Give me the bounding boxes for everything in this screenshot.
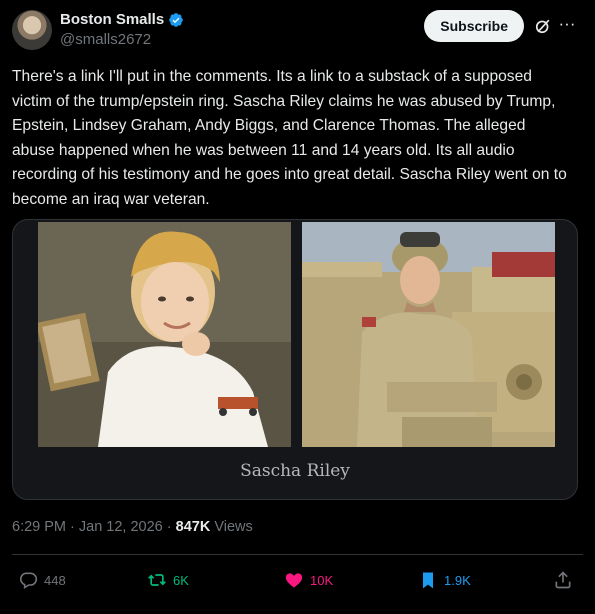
like-count: 10K: [310, 572, 334, 588]
heart-icon: [285, 573, 303, 588]
name-row: Boston Smalls: [60, 11, 184, 28]
more-options-icon[interactable]: ···: [557, 14, 577, 34]
tweet-header: Boston Smalls @smalls2672 Subscribe ···: [12, 10, 583, 50]
veteran-photo[interactable]: [302, 222, 555, 447]
media-card[interactable]: Sascha Riley: [12, 219, 578, 500]
verified-badge-icon: [169, 12, 184, 27]
media-caption: Sascha Riley: [240, 461, 350, 481]
tweet-text: There's a link I'll put in the comments.…: [12, 68, 567, 208]
reply-icon: [19, 572, 38, 589]
divider: [12, 554, 583, 555]
repost-icon: [148, 574, 166, 586]
bookmark-icon: [423, 572, 433, 589]
share-button[interactable]: [553, 565, 573, 595]
handle[interactable]: @smalls2672: [60, 31, 151, 48]
reply-button[interactable]: 448: [18, 565, 66, 595]
views-count[interactable]: 847K: [176, 519, 211, 535]
childhood-photo-image: [38, 222, 291, 447]
timestamp[interactable]: 6:29 PM · Jan 12, 2026 ·: [12, 519, 176, 535]
grok-icon[interactable]: [533, 16, 553, 36]
bookmark-button[interactable]: 1.9K: [418, 565, 471, 595]
bookmark-count: 1.9K: [444, 572, 471, 588]
avatar[interactable]: [12, 10, 52, 50]
repost-button[interactable]: 6K: [147, 565, 189, 595]
display-name[interactable]: Boston Smalls: [60, 11, 164, 28]
action-bar: 448 6K 10K 1.9K: [12, 565, 583, 595]
tweet-metadata: 6:29 PM · Jan 12, 2026 · 847K Views: [12, 519, 253, 535]
share-icon: [555, 571, 571, 589]
repost-count: 6K: [173, 572, 189, 588]
reply-count: 448: [44, 572, 66, 588]
veteran-photo-image: [302, 222, 555, 447]
childhood-photo[interactable]: [38, 222, 291, 447]
views-label: Views: [210, 519, 253, 535]
subscribe-button[interactable]: Subscribe: [424, 10, 524, 42]
like-button[interactable]: 10K: [284, 565, 333, 595]
